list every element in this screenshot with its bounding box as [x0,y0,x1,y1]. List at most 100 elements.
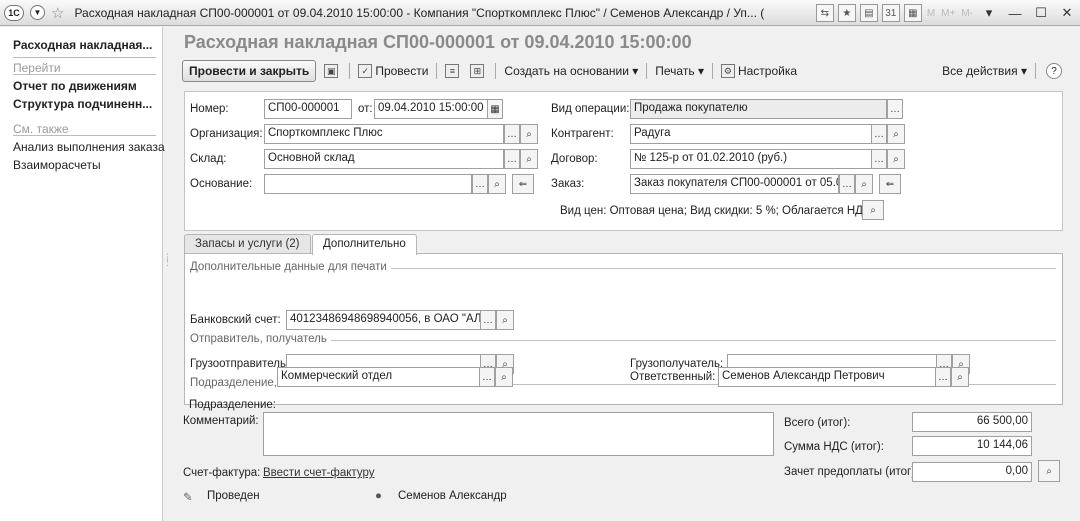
chevron-down-icon: ▾ [632,64,639,78]
prepayment-label: Зачет предоплаты (итог): [784,466,919,478]
app-logo-icon[interactable]: 1С [4,4,24,21]
sidebar-divider [13,74,156,75]
department-select-button[interactable]: … [479,367,495,387]
organization-label: Организация: [190,128,263,140]
vat-field[interactable]: 10 144,06 [912,436,1032,456]
counterparty-select-button[interactable]: … [871,124,887,144]
memory-m-button[interactable]: M [927,8,935,19]
post-button[interactable]: ✓ Провести [358,64,428,78]
department-open-search-icon[interactable]: ⌕ [495,367,513,387]
create-based-on-label: Создать на основании [504,64,629,78]
contract-field[interactable]: № 125-р от 01.02.2010 (руб.) [630,149,872,169]
tab-goods-services[interactable]: Запасы и услуги (2) [184,234,311,254]
order-open-search-icon[interactable]: ⌕ [855,174,873,194]
settings-icon: ⚙ [720,64,735,78]
print-button[interactable]: Печать ▾ [655,64,704,78]
order-label: Заказ: [551,178,585,190]
order-fill-icon[interactable]: ⇐ [879,174,901,194]
operation-select-button[interactable]: … [887,99,903,119]
save-button[interactable]: ▣ [324,64,341,78]
bookmark-icon[interactable]: ★ [837,4,856,22]
contract-open-search-icon[interactable]: ⌕ [887,149,905,169]
toolbar-separator [349,63,351,79]
invoice-label: Счет-фактура: [183,467,261,479]
create-based-on-button[interactable]: Создать на основании ▾ [504,64,638,78]
close-icon[interactable]: ✕ [1056,4,1078,22]
window-title: Расходная накладная СП00-000001 от 09.04… [74,5,765,20]
structure-button[interactable]: ⊞ [470,64,487,78]
responsible-open-search-icon[interactable]: ⌕ [951,367,969,387]
maximize-icon[interactable]: ☐ [1030,4,1052,22]
journal-button[interactable]: ≡ [445,64,462,78]
sidebar-current-form[interactable]: Расходная накладная... [13,38,152,52]
bank-account-open-search-icon[interactable]: ⌕ [496,310,514,330]
prepayment-search-icon[interactable]: ⌕ [1038,460,1060,482]
settings-button[interactable]: ⚙ Настройка [720,64,798,78]
calendar-icon[interactable]: 31 [881,4,900,22]
warehouse-open-search-icon[interactable]: ⌕ [520,149,538,169]
prices-edit-icon[interactable]: ⌕ [862,200,884,220]
sidebar-item-subordinate-structure[interactable]: Структура подчиненн... [13,97,152,111]
minimize-icon[interactable]: — [1004,4,1026,22]
date-field[interactable]: 09.04.2010 15:00:00 [374,99,488,119]
calendar-picker-icon[interactable]: ▦ [487,99,503,119]
sidebar-divider [13,57,156,58]
responsible-field[interactable]: Семенов Александр Петрович [718,367,936,387]
main-menu-chevron-icon[interactable]: ▼ [30,5,45,20]
document-form: Расходная накладная СП00-000001 от 09.04… [170,27,1080,521]
organization-open-search-icon[interactable]: ⌕ [520,124,538,144]
bank-account-select-button[interactable]: … [480,310,496,330]
help-button[interactable]: ? [1046,63,1062,79]
sidebar-item-settlements[interactable]: Взаиморасчеты [13,158,101,172]
bank-account-field[interactable]: 40123486948698940056, в ОАО "АЛЬ [286,310,481,330]
comment-field[interactable] [263,412,774,456]
department-field[interactable]: Коммерческий отдел [277,367,480,387]
warehouse-field[interactable]: Основной склад [264,149,504,169]
sidebar-item-order-analysis[interactable]: Анализ выполнения заказа [13,140,165,154]
order-field[interactable]: Заказ покупателя СП00-000001 от 05.04 [630,174,839,194]
consignee-label: Грузополучатель: [630,358,724,370]
toolbar-separator [646,63,648,79]
journal-icon: ≡ [445,64,460,78]
operation-field[interactable]: Продажа покупателю [630,99,887,119]
header-panel: Номер: СП00-000001 от: 09.04.2010 15:00:… [184,91,1063,231]
enter-invoice-link[interactable]: Ввести счет-фактуру [263,467,374,479]
order-select-button[interactable]: … [839,174,855,194]
memory-mminus-button[interactable]: M- [961,8,973,19]
calculator-icon[interactable]: ▦ [903,4,922,22]
page-title: Расходная накладная СП00-000001 от 09.04… [184,32,692,52]
basis-fill-icon[interactable]: ⇐ [512,174,534,194]
clipboard-icon[interactable]: ▤ [859,4,878,22]
vat-label: Сумма НДС (итог): [784,441,884,453]
link-icon[interactable]: ⇆ [815,4,834,22]
basis-open-search-icon[interactable]: ⌕ [488,174,506,194]
counterparty-open-search-icon[interactable]: ⌕ [887,124,905,144]
save-icon: ▣ [324,64,339,78]
organization-select-button[interactable]: … [504,124,520,144]
settings-label: Настройка [737,64,798,78]
basis-select-button[interactable]: … [472,174,488,194]
post-and-close-button[interactable]: Провести и закрыть [182,60,317,82]
posted-document-icon: ✎ [183,492,193,504]
contract-select-button[interactable]: … [871,149,887,169]
chevron-down-icon: ▾ [697,64,704,78]
basis-field[interactable] [264,174,472,194]
toolbar-separator [495,63,497,79]
sidebar-item-movements-report[interactable]: Отчет по движениям [13,79,137,93]
number-field[interactable]: СП00-000001 [264,99,352,119]
responsible-select-button[interactable]: … [935,367,951,387]
all-actions-button[interactable]: Все действия ▾ [942,64,1027,78]
tab-additional[interactable]: Дополнительно [312,234,417,255]
favorite-star-icon[interactable]: ☆ [51,4,64,22]
memory-mplus-button[interactable]: M+ [941,8,955,19]
date-label: от: [358,103,373,115]
total-field[interactable]: 66 500,00 [912,412,1032,432]
dropdown-icon[interactable]: ▾ [978,4,1000,22]
prepayment-field[interactable]: 0,00 [912,462,1032,482]
sidebar-divider [13,135,156,136]
status-posted: Проведен [207,490,260,502]
counterparty-field[interactable]: Радуга [630,124,872,144]
warehouse-select-button[interactable]: … [504,149,520,169]
organization-field[interactable]: Спорткомплекс Плюс [264,124,504,144]
form-tabs: Запасы и услуги (2) Дополнительно [184,234,1063,255]
